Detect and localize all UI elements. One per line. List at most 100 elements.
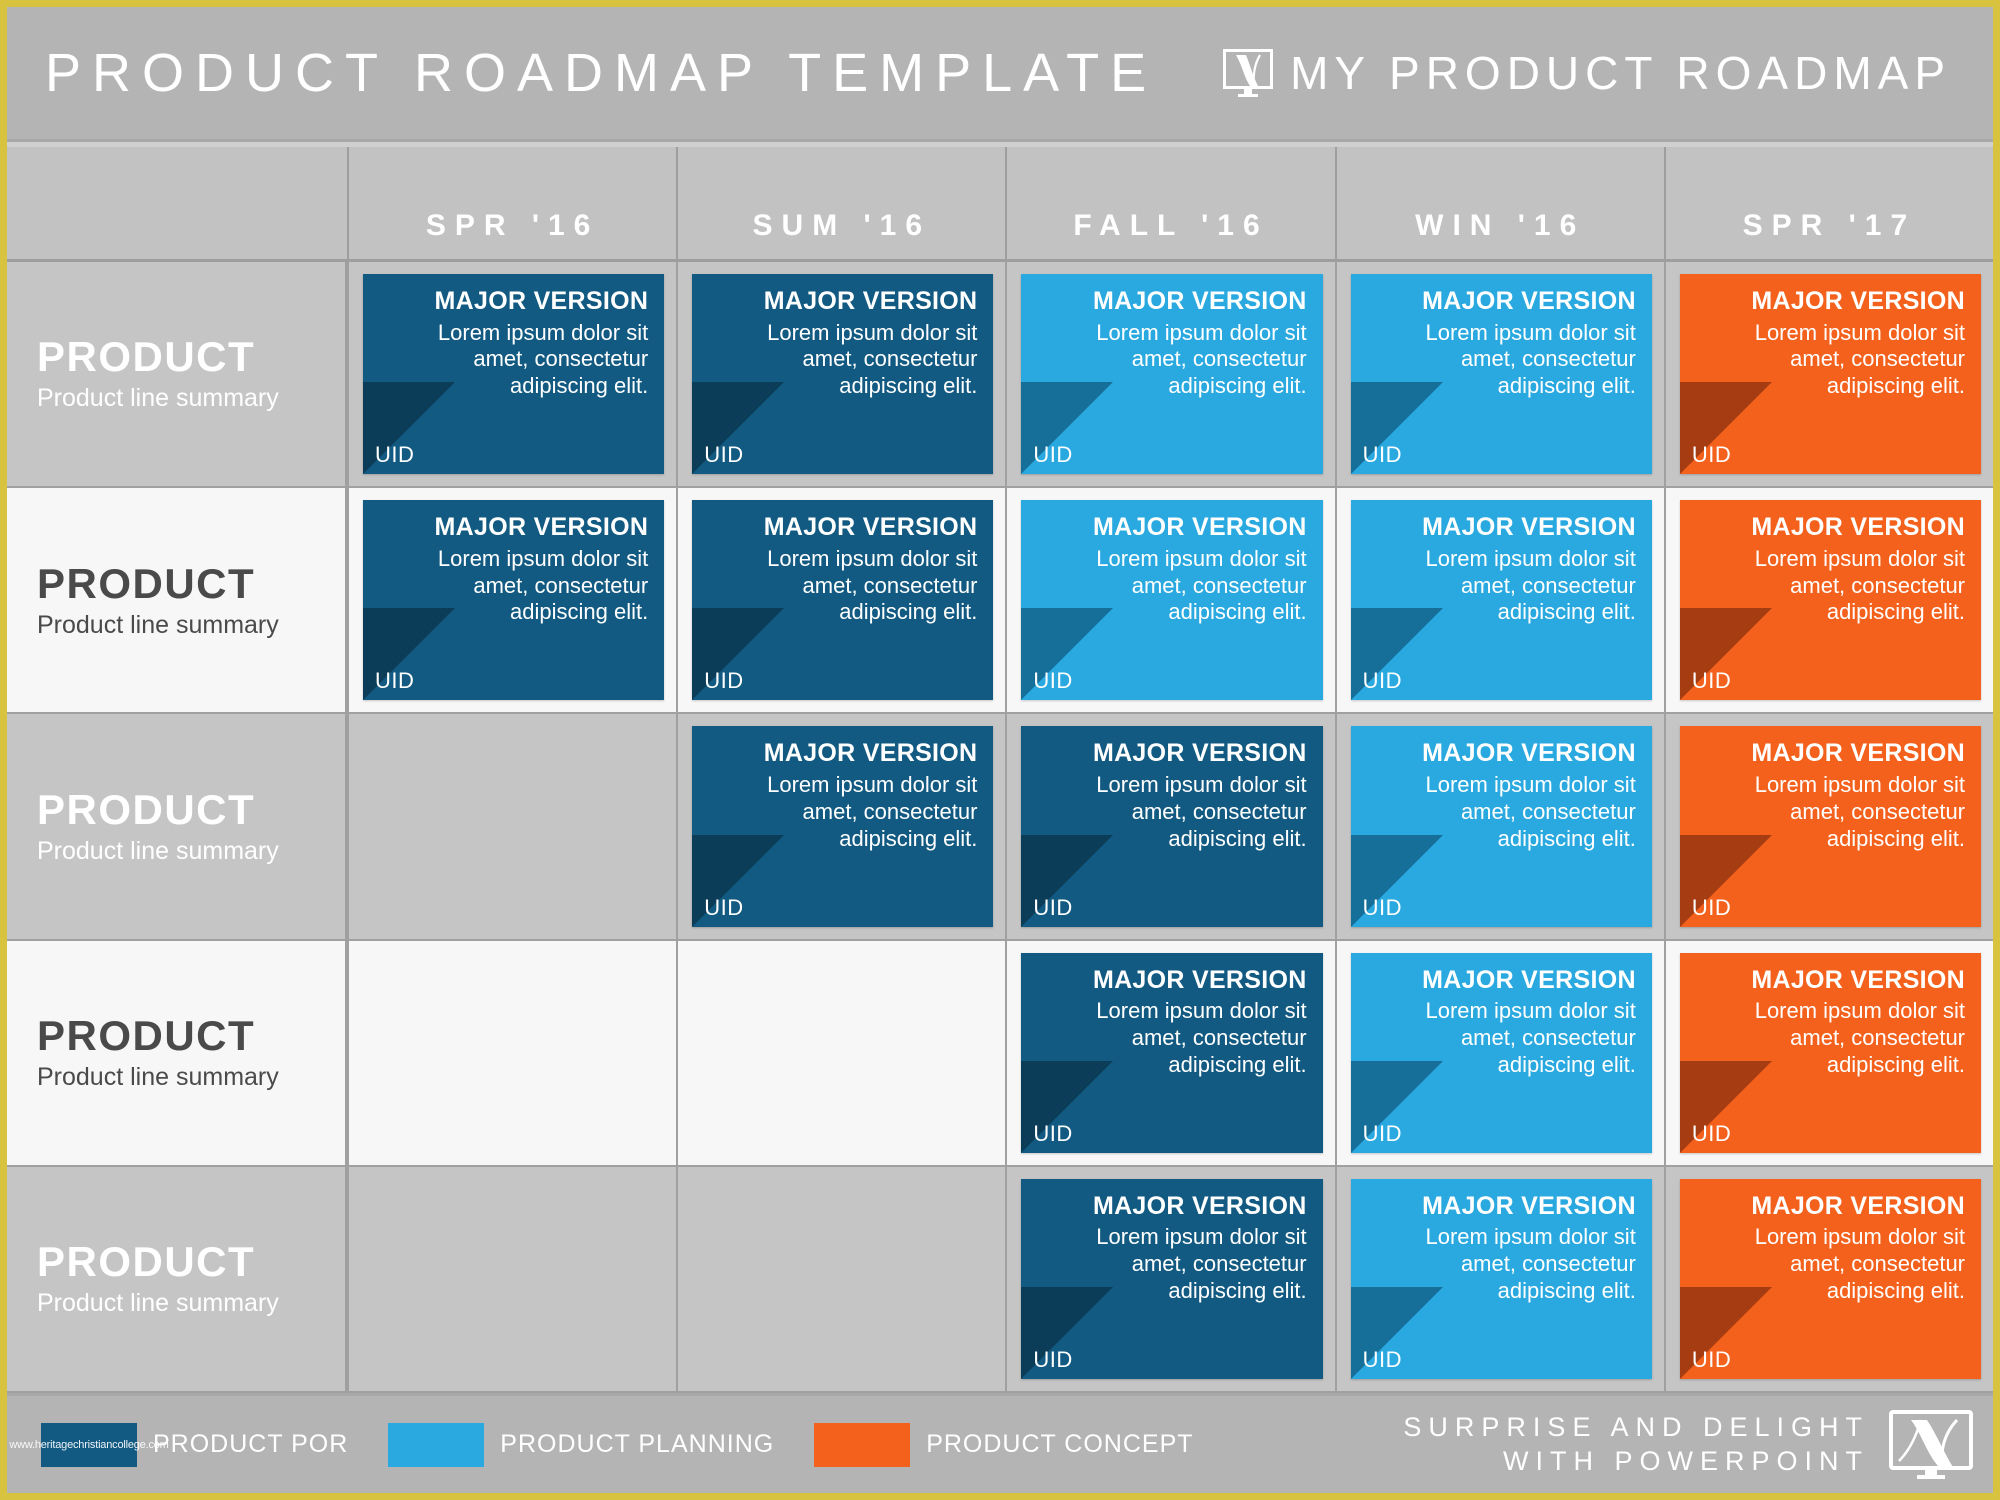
roadmap-card[interactable]: MAJOR VERSION Lorem ipsum dolor sit amet,… [1021, 726, 1323, 927]
card-uid: UID [1362, 442, 1402, 468]
roadmap-card[interactable]: MAJOR VERSION Lorem ipsum dolor sit amet,… [1679, 952, 1982, 1153]
card-uid: UID [1033, 668, 1073, 694]
roadmap-card[interactable]: MAJOR VERSION Lorem ipsum dolor sit amet,… [1021, 500, 1323, 701]
row-label: PRODUCT Product line summary [7, 488, 347, 713]
roadmap-cell: MAJOR VERSION Lorem ipsum dolor sit amet,… [676, 488, 1005, 713]
slide-header: PRODUCT ROADMAP TEMPLATE MY PRODUCT ROAD… [7, 7, 1993, 142]
card-title: MAJOR VERSION [1092, 739, 1307, 768]
card-description: Lorem ipsum dolor sit amet, consectetur … [1096, 545, 1307, 625]
card-description: Lorem ipsum dolor sit amet, consectetur … [1425, 771, 1636, 851]
roadmap-card[interactable]: MAJOR VERSION Lorem ipsum dolor sit amet,… [1679, 726, 1982, 927]
card-title: MAJOR VERSION [1422, 287, 1636, 315]
roadmap-card[interactable]: MAJOR VERSION Lorem ipsum dolor sit amet,… [1350, 726, 1652, 927]
card-description: Lorem ipsum dolor sit amet, consectetur … [1754, 545, 1966, 625]
card-uid: UID [375, 442, 415, 468]
card-description: Lorem ipsum dolor sit amet, consectetur … [1425, 1224, 1636, 1303]
roadmap-cell: MAJOR VERSION Lorem ipsum dolor sit amet,… [676, 262, 1005, 487]
legend-item: PRODUCT PLANNING [388, 1422, 774, 1467]
row-cells: MAJOR VERSION Lorem ipsum dolor sit amet,… [347, 1166, 1993, 1392]
card-title: MAJOR VERSION [1092, 1191, 1307, 1220]
row-title: PRODUCT [37, 333, 256, 381]
roadmap-cell-empty [676, 1166, 1005, 1392]
roadmap-cell: MAJOR VERSION Lorem ipsum dolor sit amet,… [1663, 940, 1993, 1165]
roadmap-cell: MAJOR VERSION Lorem ipsum dolor sit amet,… [1663, 262, 1993, 487]
roadmap-cell-empty [676, 940, 1005, 1165]
card-uid: UID [704, 442, 744, 468]
card-description: Lorem ipsum dolor sit amet, consectetur … [1425, 998, 1636, 1077]
roadmap-card[interactable]: MAJOR VERSION Lorem ipsum dolor sit amet,… [1350, 1178, 1652, 1380]
legend-item: PRODUCT CONCEPT [814, 1422, 1193, 1467]
roadmap-cell: MAJOR VERSION Lorem ipsum dolor sit amet,… [1005, 262, 1334, 487]
roadmap-card[interactable]: MAJOR VERSION Lorem ipsum dolor sit amet,… [1021, 274, 1323, 475]
card-uid: UID [1691, 442, 1732, 468]
monitor-road-icon [1887, 1409, 1975, 1481]
roadmap-card[interactable]: MAJOR VERSION Lorem ipsum dolor sit amet,… [1679, 500, 1982, 701]
roadmap-card[interactable]: MAJOR VERSION Lorem ipsum dolor sit amet,… [1021, 952, 1323, 1153]
roadmap-cell: MAJOR VERSION Lorem ipsum dolor sit amet,… [1663, 488, 1993, 713]
card-title: MAJOR VERSION [1751, 513, 1966, 542]
roadmap-card[interactable]: MAJOR VERSION Lorem ipsum dolor sit amet,… [692, 274, 994, 475]
roadmap-cell: MAJOR VERSION Lorem ipsum dolor sit amet,… [1334, 1166, 1664, 1392]
roadmap-row: PRODUCT Product line summary MAJOR VERSION… [7, 714, 1993, 941]
timeline-column-header: WIN '16 [1334, 147, 1664, 259]
timeline-columns: SPR '16 SUM '16 FALL '16 WIN '16 SPR '17 [347, 147, 1993, 259]
legend-item: www.heritagechristiancollege.com PRODUCT … [9, 1422, 349, 1467]
card-title: MAJOR VERSION [1092, 287, 1307, 315]
card-description: Lorem ipsum dolor sit amet, consectetur … [767, 545, 978, 625]
roadmap-cell: MAJOR VERSION Lorem ipsum dolor sit amet,… [1334, 940, 1664, 1165]
card-title: MAJOR VERSION [763, 513, 978, 542]
roadmap-cell: MAJOR VERSION Lorem ipsum dolor sit amet,… [347, 262, 676, 487]
row-subtitle: Product line summary [37, 610, 279, 639]
roadmap-slide: PRODUCT ROADMAP TEMPLATE MY PRODUCT ROAD… [0, 0, 2000, 1500]
row-subtitle: Product line summary [37, 836, 279, 865]
roadmap-card[interactable]: MAJOR VERSION Lorem ipsum dolor sit amet,… [1350, 500, 1652, 701]
slide-footer: www.heritagechristiancollege.com PRODUCT … [7, 1393, 1993, 1493]
row-title: PRODUCT [37, 785, 256, 833]
roadmap-row: PRODUCT Product line summary MAJOR VERSION… [7, 262, 1993, 489]
card-description: Lorem ipsum dolor sit amet, consectetur … [1425, 319, 1636, 399]
card-description: Lorem ipsum dolor sit amet, consectetur … [1754, 1224, 1966, 1303]
card-uid: UID [1362, 1347, 1402, 1373]
roadmap-row: PRODUCT Product line summary MAJOR VERSION… [7, 488, 1993, 715]
monitor-road-icon [1220, 45, 1276, 101]
card-title: MAJOR VERSION [1751, 739, 1966, 768]
roadmap-card[interactable]: MAJOR VERSION Lorem ipsum dolor sit amet,… [692, 500, 994, 701]
card-uid: UID [1362, 894, 1402, 920]
card-description: Lorem ipsum dolor sit amet, consectetur … [1096, 1224, 1307, 1303]
card-title: MAJOR VERSION [763, 287, 978, 315]
legend-swatch [814, 1422, 911, 1467]
roadmap-grid: PRODUCT Product line summary MAJOR VERSION… [7, 262, 1993, 1394]
card-title: MAJOR VERSION [1751, 1191, 1966, 1220]
roadmap-cell: MAJOR VERSION Lorem ipsum dolor sit amet,… [1005, 940, 1334, 1165]
roadmap-card[interactable]: MAJOR VERSION Lorem ipsum dolor sit amet,… [692, 726, 994, 927]
card-uid: UID [704, 668, 744, 694]
timeline-column-header: SPR '17 [1663, 147, 1993, 259]
watermark: www.heritagechristiancollege.com [9, 1438, 169, 1451]
timeline-header-spacer [7, 147, 347, 259]
row-cells: MAJOR VERSION Lorem ipsum dolor sit amet,… [347, 262, 1993, 487]
roadmap-card[interactable]: MAJOR VERSION Lorem ipsum dolor sit amet,… [363, 274, 665, 475]
timeline-column-header: SPR '16 [347, 147, 676, 259]
brand-block: MY PRODUCT ROADMAP [1220, 45, 1969, 101]
roadmap-row: PRODUCT Product line summary MAJOR VERSION… [7, 940, 1993, 1167]
footer-brand: SURPRISE AND DELIGHT WITH POWERPOINT [1403, 1409, 1975, 1481]
roadmap-card[interactable]: MAJOR VERSION Lorem ipsum dolor sit amet,… [1679, 1178, 1982, 1380]
roadmap-card[interactable]: MAJOR VERSION Lorem ipsum dolor sit amet,… [1021, 1178, 1323, 1380]
card-title: MAJOR VERSION [434, 513, 649, 542]
roadmap-card[interactable]: MAJOR VERSION Lorem ipsum dolor sit amet,… [1350, 274, 1652, 475]
roadmap-row: PRODUCT Product line summary MAJOR VERSION… [7, 1166, 1993, 1394]
brand-label: MY PRODUCT ROADMAP [1290, 47, 1951, 99]
card-title: MAJOR VERSION [1422, 513, 1636, 542]
roadmap-card[interactable]: MAJOR VERSION Lorem ipsum dolor sit amet,… [363, 500, 665, 701]
roadmap-card[interactable]: MAJOR VERSION Lorem ipsum dolor sit amet,… [1350, 952, 1652, 1153]
roadmap-card[interactable]: MAJOR VERSION Lorem ipsum dolor sit amet,… [1679, 274, 1982, 475]
row-subtitle: Product line summary [37, 1289, 279, 1318]
card-description: Lorem ipsum dolor sit amet, consectetur … [1096, 319, 1307, 399]
footer-tagline: SURPRISE AND DELIGHT WITH POWERPOINT [1403, 1411, 1869, 1479]
roadmap-cell: MAJOR VERSION Lorem ipsum dolor sit amet,… [1005, 488, 1334, 713]
row-title: PRODUCT [37, 1238, 256, 1286]
card-title: MAJOR VERSION [434, 287, 649, 315]
roadmap-cell: MAJOR VERSION Lorem ipsum dolor sit amet,… [1334, 262, 1664, 487]
legend-label: PRODUCT POR [153, 1430, 349, 1458]
card-title: MAJOR VERSION [1751, 965, 1966, 994]
